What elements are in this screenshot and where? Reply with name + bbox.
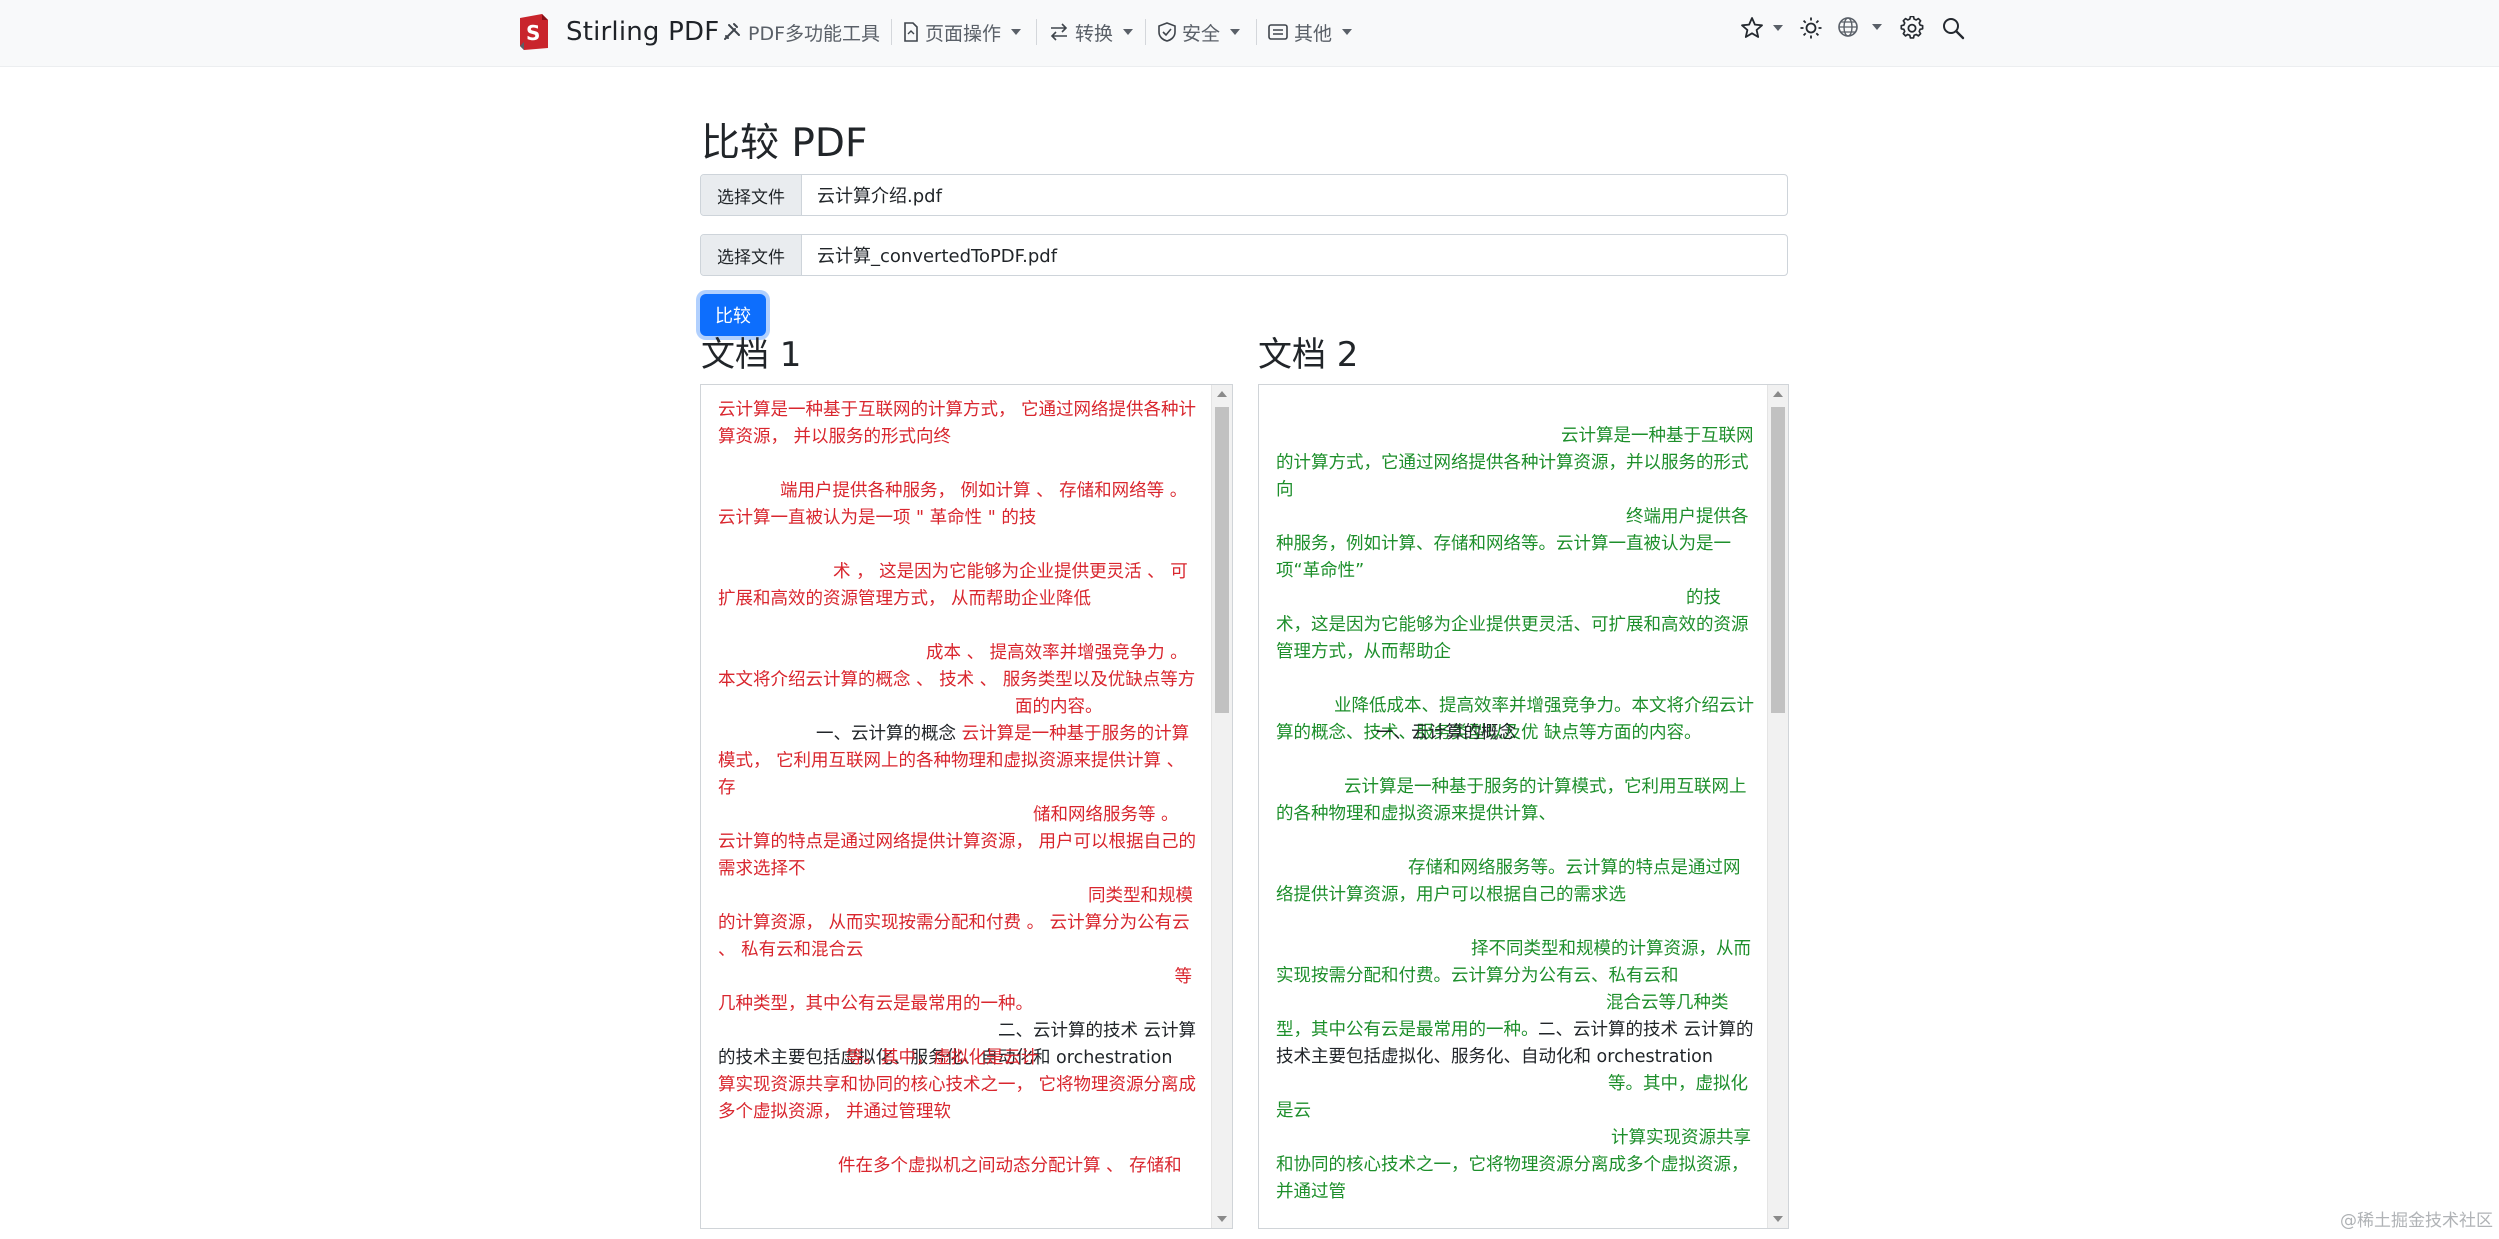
doc1-line: 等 (1174, 967, 1193, 987)
doc1-blank-line (718, 532, 1198, 559)
doc2-line: 的技术，这是因为它能够为企业提供更灵活、可扩展和高效的资源管理方式，从而帮助企 (1276, 588, 1749, 662)
shield-icon (1158, 22, 1176, 42)
doc2-panel[interactable]: 云计算是一种基于互联网的计算方式，它通过网络提供各种计算资源，并以服务的形式向 … (1258, 384, 1789, 1229)
star-icon (1741, 17, 1763, 38)
scroll-up-icon[interactable] (1217, 391, 1227, 397)
card-list-icon (1268, 24, 1288, 40)
scroll-down-icon[interactable] (1773, 1216, 1783, 1222)
svg-text:S: S (526, 21, 540, 45)
theme-toggle[interactable] (1799, 16, 1823, 40)
choose-file-button-2[interactable]: 选择文件 (701, 235, 802, 275)
doc2-blank-line (1276, 828, 1754, 855)
scrollbar-thumb[interactable] (1771, 407, 1785, 713)
nav-divider (1256, 19, 1257, 45)
doc1-line: 同类型和规模的计算资源， 从而实现按需分配和付费 。 云计算分为公有云 、 私有… (718, 886, 1193, 960)
doc2-line: 等。其中，虚拟化是云 (1276, 1074, 1748, 1121)
doc2-line: 择不同类型和规模的计算资源，从而实现按需分配和付费。云计算分为公有云、私有云和 (1276, 939, 1751, 986)
doc2-line: 存储和网络服务等。云计算的特点是通过网络提供计算资源，用户可以根据自己的需求选 (1276, 858, 1741, 905)
stirling-pdf-logo-icon: S (520, 14, 548, 50)
chevron-down-icon (1011, 29, 1022, 35)
nav-divider (1145, 19, 1146, 45)
doc1-section-heading: 一、云计算的概念 (816, 724, 956, 744)
nav-other[interactable]: 其他 (1268, 17, 1353, 47)
doc1-content: 云计算是一种基于互联网的计算方式， 它通过网络提供各种计算资源， 并以服务的形式… (718, 397, 1198, 1228)
tools-icon (724, 23, 740, 40)
favorites-dropdown[interactable] (1740, 16, 1783, 40)
nav-security-label: 安全 (1182, 22, 1221, 45)
nav-other-label: 其他 (1294, 22, 1333, 45)
doc1-blank-line (718, 1126, 1198, 1153)
nav-divider (1036, 19, 1037, 45)
doc1-line: 云计算是一种基于互联网的计算方式， 它通过网络提供各种计算资源， 并以服务的形式… (718, 400, 1197, 447)
chevron-down-icon (1230, 29, 1241, 35)
search-button[interactable] (1941, 16, 1965, 40)
doc2-line: 终端用户提供各种服务，例如计算、存储和网络等。云计算一直被认为是一项“革命性” (1276, 507, 1749, 581)
file-input-1[interactable]: 选择文件 云计算介绍.pdf (700, 174, 1788, 216)
nav-security[interactable]: 安全 (1158, 17, 1241, 47)
doc1-blank-line (718, 613, 1198, 640)
chevron-down-icon (1123, 29, 1134, 35)
gear-icon (1900, 16, 1924, 39)
doc2-scrollbar[interactable] (1767, 385, 1788, 1228)
doc1-line: 术 ， 这是因为它能够为企业提供更灵活 、 可扩展和高效的资源管理方式， 从而帮… (718, 562, 1188, 609)
globe-icon (1838, 17, 1858, 37)
nav-multi-tool-label: PDF多功能工具 (748, 22, 881, 45)
scroll-down-icon[interactable] (1217, 1216, 1227, 1222)
language-dropdown[interactable] (1837, 16, 1882, 38)
doc1-line: 面的内容。 (1015, 697, 1103, 717)
doc2-blank-line (1276, 666, 1754, 693)
nav-convert[interactable]: 转换 (1049, 17, 1134, 47)
nav-divider (891, 19, 892, 45)
doc1-mixed-line: 一、云计算的概念 云计算是一种基于服务的计算模式， 它利用互联网上的各种物理和虚… (718, 721, 1198, 802)
brand[interactable]: S Stirling PDF (516, 12, 719, 52)
nav-convert-label: 转换 (1075, 22, 1114, 45)
doc2-blank-line (1276, 747, 1754, 774)
doc2-content: 云计算是一种基于互联网的计算方式，它通过网络提供各种计算资源，并以服务的形式向 … (1276, 423, 1754, 1228)
doc1-line: 几种类型，其中公有云是最常用的一种。 (718, 994, 1033, 1014)
doc1-scrollbar[interactable] (1211, 385, 1232, 1228)
compare-button[interactable]: 比较 (700, 294, 766, 336)
doc2-line: 云计算是一种基于互联网的计算方式，它通过网络提供各种计算资源，并以服务的形式向 (1276, 426, 1754, 500)
doc1-line: 端用户提供各种服务， 例如计算 、 存储和网络等 。 云计算一直被认为是一项 "… (718, 481, 1188, 528)
page-title: 比较 PDF (701, 121, 868, 166)
file-icon (904, 22, 918, 42)
top-navbar: S Stirling PDF PDF多功能工具 页面操作 转换 安全 其他 (0, 0, 2499, 67)
doc2-blank-line (1276, 909, 1754, 936)
doc1-title: 文档 1 (701, 335, 802, 375)
doc1-line: 算实现资源共享和协同的核心技术之一， 它将物理资源分离成多个虚拟资源， 并通过管… (718, 1075, 1197, 1122)
doc1-line: 储和网络服务等 。 云计算的特点是通过网络提供计算资源， 用户可以根据自己的需求… (718, 805, 1197, 879)
nav-multi-tool[interactable]: PDF多功能工具 (722, 17, 880, 47)
doc2-line: 计算实现资源共享和协同的核心技术之一，它将物理资源分离成多个虚拟资源，并通过管 (1276, 1128, 1751, 1202)
convert-arrows-icon (1050, 23, 1068, 41)
sun-icon (1800, 17, 1822, 39)
search-icon (1943, 18, 1965, 40)
scroll-up-icon[interactable] (1773, 391, 1783, 397)
file-name-1: 云计算介绍.pdf (817, 186, 942, 207)
doc1-line: 件在多个虚拟机之间动态分配计算 、 存储和 (838, 1156, 1182, 1176)
brand-name: Stirling PDF (566, 17, 720, 47)
nav-page-ops-label: 页面操作 (925, 22, 1002, 45)
watermark: @稀土掘金技术社区 (2340, 1211, 2493, 1231)
doc1-line: 成本 、 提高效率并增强竞争力 。 本文将介绍云计算的概念 、 技术 、 服务类… (718, 643, 1196, 690)
file-name-2: 云计算_convertedToPDF.pdf (817, 246, 1058, 267)
doc2-line: 云计算是一种基于服务的计算模式，它利用互联网上的各种物理和虚拟资源来提供计算、 (1276, 777, 1747, 824)
scrollbar-thumb[interactable] (1215, 407, 1229, 713)
doc1-panel[interactable]: 云计算是一种基于互联网的计算方式， 它通过网络提供各种计算资源， 并以服务的形式… (700, 384, 1233, 1229)
nav-page-ops[interactable]: 页面操作 (903, 17, 1022, 47)
chevron-down-icon (1773, 25, 1783, 31)
doc1-blank-line (718, 451, 1198, 478)
file-input-2[interactable]: 选择文件 云计算_convertedToPDF.pdf (700, 234, 1788, 276)
chevron-down-icon (1872, 24, 1882, 30)
choose-file-button-1[interactable]: 选择文件 (701, 175, 802, 215)
doc2-title: 文档 2 (1258, 335, 1359, 375)
chevron-down-icon (1342, 29, 1353, 35)
settings-button[interactable] (1900, 16, 1924, 40)
